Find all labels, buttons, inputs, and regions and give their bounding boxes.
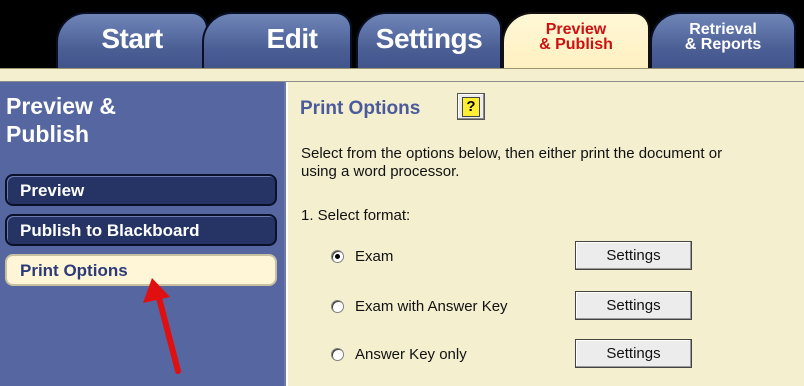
tab-preview-publish-label: Preview & Publish [539,21,613,53]
tab-edit[interactable]: Edit [202,12,352,68]
tab-settings[interactable]: Settings [356,12,502,68]
radio-checked-icon[interactable] [331,249,344,263]
red-arrow-icon [143,278,181,374]
tab-underline-band [0,68,804,82]
radio-exam-with-answer-key-label: Exam with Answer Key [355,297,508,315]
top-tab-bar: Start Edit Settings Preview & Publish Re… [0,0,804,68]
tab-preview-publish[interactable]: Preview & Publish [502,12,650,68]
tab-start-label: Start [101,23,163,54]
sidebar-item-label: Preview [20,181,85,200]
radio-answer-key-only[interactable]: Answer Key only [331,344,467,364]
exam-with-answer-key-settings-button[interactable]: Settings [575,291,692,320]
sidebar-title: Preview & Publish [6,93,116,147]
sidebar-item-publish-to-blackboard[interactable]: Publish to Blackboard [5,214,277,246]
select-format-label: 1. Select format: [301,207,411,224]
print-options-panel: Print Options ? Select from the options … [288,82,804,386]
radio-answer-key-only-label: Answer Key only [355,345,467,363]
tab-retrieval-reports[interactable]: Retrieval & Reports [650,12,796,68]
tab-start[interactable]: Start [56,12,208,68]
tab-settings-label: Settings [375,23,483,54]
sidebar-item-label: Publish to Blackboard [20,221,200,240]
radio-exam-with-answer-key[interactable]: Exam with Answer Key [331,296,508,316]
help-icon: ? [462,97,480,117]
radio-unchecked-icon[interactable] [331,299,344,313]
answer-key-only-settings-button[interactable]: Settings [575,339,692,368]
help-button[interactable]: ? [457,93,485,120]
sidebar-item-label: Print Options [20,261,128,280]
page-title: Print Options [300,98,421,119]
exam-settings-button[interactable]: Settings [575,241,692,270]
radio-exam[interactable]: Exam [331,246,393,266]
tab-retrieval-reports-label: Retrieval & Reports [684,21,762,53]
radio-unchecked-icon[interactable] [331,347,344,361]
radio-exam-label: Exam [355,247,394,265]
sidebar-item-preview[interactable]: Preview [5,174,277,206]
tab-edit-label: Edit [266,23,318,54]
instructions-text: Select from the options below, then eith… [301,145,723,180]
